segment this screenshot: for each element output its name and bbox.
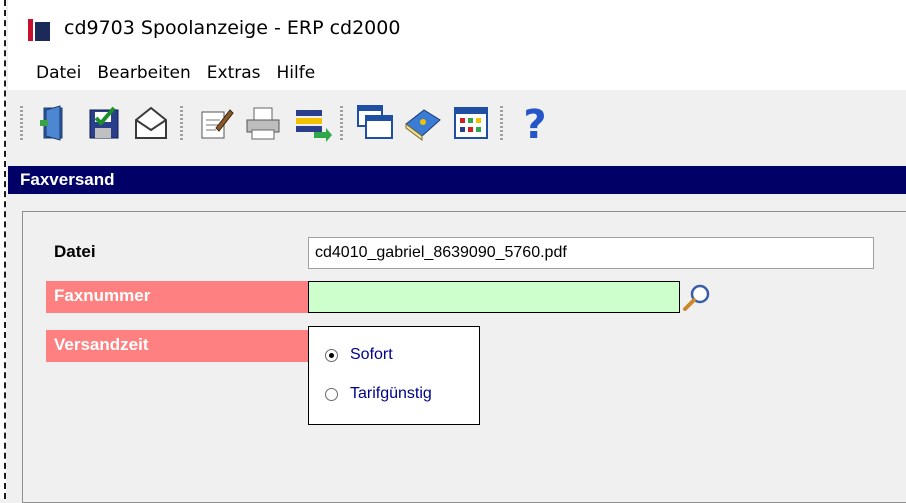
- send-time-label: Versandzeit: [46, 330, 308, 362]
- option-tarifguenstig[interactable]: Tarifgünstig: [325, 385, 432, 403]
- edit-document-icon[interactable]: [194, 102, 236, 144]
- svg-text:?: ?: [523, 102, 546, 144]
- save-icon[interactable]: [82, 102, 124, 144]
- radio-unchecked-icon[interactable]: [325, 387, 338, 401]
- toolbar-separator: [340, 106, 343, 140]
- search-icon[interactable]: [680, 281, 714, 315]
- windows-icon[interactable]: [354, 102, 396, 144]
- envelope-icon[interactable]: [130, 102, 172, 144]
- menu-hilfe[interactable]: Hilfe: [269, 59, 324, 87]
- radio-checked-icon[interactable]: [325, 348, 338, 362]
- panel-header: Faxversand: [8, 166, 906, 194]
- stack-transfer-icon[interactable]: [290, 102, 332, 144]
- file-field[interactable]: cd4010_gabriel_8639090_5760.pdf: [308, 237, 874, 269]
- toolbar-separator: [20, 106, 23, 140]
- menu-datei[interactable]: Datei: [28, 59, 89, 87]
- help-icon[interactable]: ?: [514, 102, 556, 144]
- toolbar-separator: [500, 106, 503, 140]
- file-label: Datei: [54, 242, 96, 261]
- window-title: cd9703 Spoolanzeige - ERP cd2000: [64, 17, 401, 39]
- menu-extras[interactable]: Extras: [199, 59, 269, 87]
- option-sofort[interactable]: Sofort: [325, 346, 393, 364]
- toolbar-separator: [180, 106, 183, 140]
- printer-icon[interactable]: [242, 102, 284, 144]
- option-label-sofort: Sofort: [350, 346, 393, 363]
- grid-icon[interactable]: [450, 102, 492, 144]
- menu-bar: Datei Bearbeiten Extras Hilfe: [8, 56, 906, 90]
- title-bar: cd9703 Spoolanzeige - ERP cd2000: [8, 0, 906, 56]
- book-icon[interactable]: [402, 102, 444, 144]
- fax-input[interactable]: [308, 281, 680, 313]
- toolbar: ?: [8, 92, 906, 158]
- app-icon: [28, 19, 50, 41]
- window-left-edge: [0, 0, 6, 499]
- fax-label: Faxnummer: [46, 281, 308, 313]
- menu-bearbeiten[interactable]: Bearbeiten: [89, 59, 198, 87]
- send-time-options: Sofort Tarifgünstig: [308, 326, 480, 425]
- exit-door-icon[interactable]: [34, 102, 76, 144]
- option-label-tarifguenstig: Tarifgünstig: [350, 385, 432, 402]
